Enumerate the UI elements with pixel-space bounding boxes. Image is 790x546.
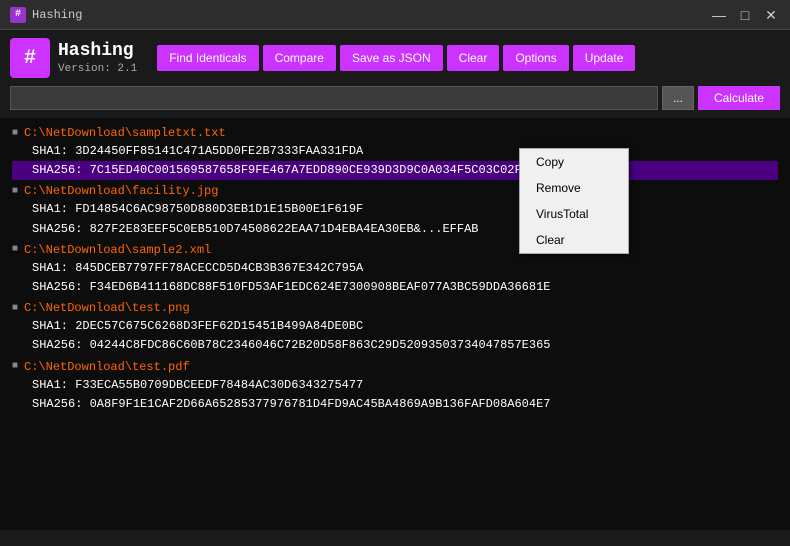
calculate-button[interactable]: Calculate <box>698 86 780 110</box>
file-path: ■ C:\NetDownload\facility.jpg <box>12 184 778 198</box>
title-bar-controls: — □ ✕ <box>710 6 780 24</box>
hash-line[interactable]: SHA256: 7C15ED40C001569587658F9FE467A7ED… <box>12 161 778 180</box>
file-path-text: C:\NetDownload\test.png <box>24 301 190 315</box>
update-button[interactable]: Update <box>573 45 636 71</box>
hash-line[interactable]: SHA1: 845DCEB7797FF78ACECCD5D4CB3B367E34… <box>12 259 778 278</box>
title-bar-left: # Hashing <box>10 7 82 23</box>
file-path: ■ C:\NetDownload\sample2.xml <box>12 243 778 257</box>
browse-button[interactable]: ... <box>662 86 694 110</box>
app-title-block: Hashing Version: 2.1 <box>58 41 137 75</box>
main-content: ■ C:\NetDownload\sampletxt.txt SHA1: 3D244… <box>0 118 790 530</box>
context-menu-item-remove[interactable]: Remove <box>520 175 628 201</box>
file-entry: ■ C:\NetDownload\sampletxt.txt SHA1: 3D244… <box>12 126 778 180</box>
app-icon: # <box>10 7 26 23</box>
hash-line[interactable]: SHA256: F34ED6B411168DC88F510FD53AF1EDC6… <box>12 278 778 297</box>
compare-button[interactable]: Compare <box>263 45 336 71</box>
bullet-icon: ■ <box>12 361 18 372</box>
hash-line[interactable]: SHA1: FD14854C6AC98750D880D3EB1D1E15B00E… <box>12 200 778 219</box>
file-path-text: C:\NetDownload\sampletxt.txt <box>24 126 226 140</box>
bullet-icon: ■ <box>12 244 18 255</box>
file-path: ■ C:\NetDownload\test.png <box>12 301 778 315</box>
file-entry: ■ C:\NetDownload\sample2.xml SHA1: 845DCEB… <box>12 243 778 297</box>
hash-line[interactable]: SHA1: F33ECA55B0709DBCEEDF78484AC30D6343… <box>12 376 778 395</box>
context-menu-item-virustotal[interactable]: VirusTotal <box>520 201 628 227</box>
context-menu-item-copy[interactable]: Copy <box>520 149 628 175</box>
file-entry: ■ C:\NetDownload\facility.jpg SHA1: FD1485… <box>12 184 778 238</box>
bullet-icon: ■ <box>12 303 18 314</box>
minimize-button[interactable]: — <box>710 6 728 24</box>
toolbar: Find Identicals Compare Save as JSON Cle… <box>157 45 780 71</box>
close-button[interactable]: ✕ <box>762 6 780 24</box>
options-button[interactable]: Options <box>503 45 568 71</box>
title-bar: # Hashing — □ ✕ <box>0 0 790 30</box>
header-top: # Hashing Version: 2.1 Find Identicals C… <box>10 38 780 78</box>
hash-line[interactable]: SHA1: 3D24450FF85141C471A5DD0FE2B7333FAA… <box>12 142 778 161</box>
file-path: ■ C:\NetDownload\test.pdf <box>12 360 778 374</box>
search-row: ... Calculate <box>10 86 780 110</box>
context-menu: CopyRemoveVirusTotalClear <box>519 148 629 254</box>
file-path-text: C:\NetDownload\facility.jpg <box>24 184 218 198</box>
file-path-text: C:\NetDownload\test.pdf <box>24 360 190 374</box>
bullet-icon: ■ <box>12 128 18 139</box>
window-title: Hashing <box>32 8 82 22</box>
hash-line[interactable]: SHA256: 04244C8FDC86C60B78C2346046C72B20… <box>12 336 778 355</box>
header: # Hashing Version: 2.1 Find Identicals C… <box>0 30 790 118</box>
hash-line[interactable]: SHA1: 2DEC57C675C6268D3FEF62D15451B499A8… <box>12 317 778 336</box>
app-version: Version: 2.1 <box>58 63 137 75</box>
maximize-button[interactable]: □ <box>736 6 754 24</box>
file-path-text: C:\NetDownload\sample2.xml <box>24 243 211 257</box>
hash-line[interactable]: SHA256: 0A8F9F1E1CAF2D66A65285377976781D… <box>12 395 778 414</box>
file-entry: ■ C:\NetDownload\test.png SHA1: 2DEC57C675… <box>12 301 778 355</box>
search-input[interactable] <box>10 86 658 110</box>
clear-button[interactable]: Clear <box>447 45 500 71</box>
app-logo: # <box>10 38 50 78</box>
context-menu-item-clear[interactable]: Clear <box>520 227 628 253</box>
file-path: ■ C:\NetDownload\sampletxt.txt <box>12 126 778 140</box>
save-as-json-button[interactable]: Save as JSON <box>340 45 443 71</box>
file-entry: ■ C:\NetDownload\test.pdf SHA1: F33ECA55B0… <box>12 360 778 414</box>
bullet-icon: ■ <box>12 186 18 197</box>
hash-line[interactable]: SHA256: 827F2E83EEF5C0EB510D74508622EAA7… <box>12 220 778 239</box>
find-identicals-button[interactable]: Find Identicals <box>157 45 258 71</box>
app-name: Hashing <box>58 41 137 63</box>
